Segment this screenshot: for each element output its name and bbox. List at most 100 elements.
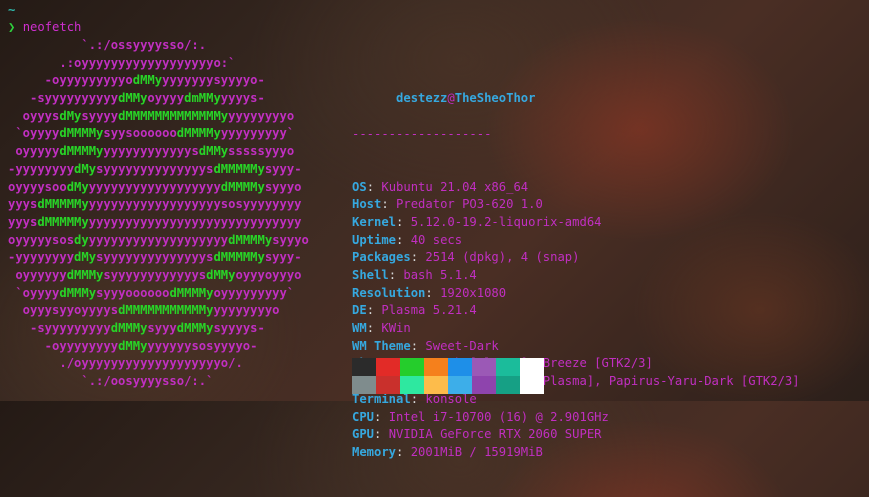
color-swatch xyxy=(376,358,400,376)
logo-segment: dMMy xyxy=(132,73,163,88)
logo-line: yyysdMMMMMyyyyyyyyyyyyyyyyyyysosyyyyyyyy xyxy=(8,196,309,214)
logo-segment: yyyyyyyyyyyyyyyyyyyyyyyyyyyyy xyxy=(88,214,302,229)
logo-line: `oyyyydMMMysyyyoooooodMMMMyoyyyyyyyyy` xyxy=(8,285,309,303)
info-colon: : xyxy=(366,179,382,194)
logo-segment: yyyyyyyyyyyyyyyyyysosyyyyyyyy xyxy=(88,197,302,212)
logo-segment: sssssyyyo xyxy=(228,144,295,159)
logo-segment: `oyyyy xyxy=(8,285,60,300)
logo-segment: oyyyyy xyxy=(8,144,60,159)
logo-segment: dMMMMy xyxy=(59,126,104,141)
logo-segment: syyy- xyxy=(264,250,302,265)
logo-segment: yyys xyxy=(8,214,38,229)
logo-segment: dMMMMy xyxy=(169,285,214,300)
logo-segment: dMMy xyxy=(198,144,229,159)
logo-line: -yyyyyyyydMysyyyyyyyyyyyyyysdMMMMMysyyy- xyxy=(8,161,309,179)
info-row: Resolution: 1920x1080 xyxy=(352,285,800,303)
info-colon: : xyxy=(374,427,389,442)
terminal-window[interactable]: ~ ❯ neofetch `.:/ossyyyysso/:. .:oyyyyyy… xyxy=(4,0,865,459)
logo-segment: -oyyyyyyyy xyxy=(8,338,119,353)
logo-line: `oyyyydMMMMysyysoooooodMMMMyyyyyyyyyy` xyxy=(8,125,309,143)
info-colon: : xyxy=(388,268,404,283)
logo-segment: syyyys- xyxy=(213,321,265,335)
info-key: OS xyxy=(352,179,367,194)
info-colon: : xyxy=(366,321,382,336)
info-value: 5.12.0-19.2-liquorix-amd64 xyxy=(410,214,602,229)
system-info-panel: destezz@TheSheoThor ------------------- … xyxy=(352,37,800,497)
logo-segment: -yyyyyyyy xyxy=(8,250,75,265)
color-swatch xyxy=(520,376,544,394)
logo-line: ./oyyyyyyyyyyyyyyyyyyyo/. xyxy=(8,355,309,373)
logo-segment: dMMMy xyxy=(66,267,104,282)
logo-segment: dMMMMMy xyxy=(213,250,265,265)
logo-segment: dMy xyxy=(66,179,89,194)
info-row: Memory: 2001MiB / 15919MiB xyxy=(352,444,800,462)
logo-line: -yyyyyyyydMysyyyyyyyyyyyyyysdMMMMMysyyy- xyxy=(8,249,309,267)
info-key: Resolution xyxy=(352,285,426,300)
logo-line: oyyyyydMMMMyyyyyyyyyyyyysdMMysssssyyyo xyxy=(8,143,309,161)
info-separator: ------------------- xyxy=(352,126,492,141)
logo-segment: syyyo xyxy=(264,179,302,194)
logo-segment: dMy xyxy=(74,250,97,265)
info-row: Shell: bash 5.1.4 xyxy=(352,267,800,285)
info-key: Memory xyxy=(352,444,397,459)
info-key: Shell xyxy=(352,268,389,283)
color-swatch xyxy=(400,376,424,394)
info-value: KWin xyxy=(381,321,411,336)
info-value: Kubuntu 21.04 x86_64 xyxy=(381,179,529,194)
logo-segment: dMMMMMy xyxy=(213,161,265,176)
palette-row-bright xyxy=(352,376,544,394)
info-colon: : xyxy=(366,303,382,318)
logo-segment: dMMy xyxy=(118,91,148,106)
info-key: CPU xyxy=(352,409,375,424)
logo-segment: yyyyyyyyyyyyyyyyyyy xyxy=(88,232,229,247)
info-row: Host: Predator PO3-620 1.0 xyxy=(352,196,800,214)
info-value: Plasma 5.21.4 xyxy=(381,303,477,318)
at-sign: @ xyxy=(447,91,455,106)
logo-segment: yyyyyyyyyyyyyyyyyy xyxy=(88,179,221,194)
info-row: WM Theme: Sweet-Dark xyxy=(352,338,800,356)
info-value: 1920x1080 xyxy=(440,285,507,300)
info-row: OS: Kubuntu 21.04 x86_64 xyxy=(352,179,800,197)
info-colon: : xyxy=(374,409,389,424)
logo-line: -syyyyyyyyydMMMysyyydMMMysyyyys- xyxy=(8,320,309,338)
info-row: Kernel: 5.12.0-19.2-liquorix-amd64 xyxy=(352,214,800,232)
logo-segment: syyyyyyyyyyyys xyxy=(103,267,207,282)
info-value: 40 secs xyxy=(410,232,463,247)
logo-line: oyyyyyydMMMysyyyyyyyyyyyysdMMyoyyyoyyyo xyxy=(8,267,309,285)
logo-segment: yyys xyxy=(8,197,38,212)
logo-segment: yyyyyyyyyyyys xyxy=(103,144,199,159)
logo-segment: syyy- xyxy=(264,161,302,176)
logo-segment: syyyo xyxy=(272,232,309,247)
logo-segment: dMMMMMMMMMMMMMy xyxy=(118,108,229,123)
logo-line: oyyyyysosdyyyyyyyyyyyyyyyyyyyydMMMMysyyy… xyxy=(8,232,309,250)
logo-segment: syyyyyyyyyyyyyys xyxy=(96,250,214,265)
info-value: bash 5.1.4 xyxy=(403,268,477,283)
color-swatch xyxy=(424,376,448,394)
logo-segment: dMy xyxy=(74,161,97,176)
color-swatch xyxy=(472,376,496,394)
info-row: Uptime: 40 secs xyxy=(352,232,800,250)
command-text: neofetch xyxy=(22,20,82,34)
color-swatch xyxy=(448,358,472,376)
info-row: WM: KWin xyxy=(352,320,800,338)
logo-segment: -syyyyyyyyy xyxy=(8,321,111,335)
logo-segment: dMMMy xyxy=(176,321,214,335)
logo-segment: -syyyyyyyyyy xyxy=(8,91,119,106)
logo-line: oyyyysoodMyyyyyyyyyyyyyyyyyyydMMMMysyyyo xyxy=(8,179,309,197)
info-key: WM xyxy=(352,321,367,336)
logo-segment: dMMMMMy xyxy=(37,197,89,212)
logo-segment: oyyyy xyxy=(147,91,185,106)
logo-segment: oyyys xyxy=(8,108,60,123)
info-row: CPU: Intel i7-10700 (16) @ 2.901GHz xyxy=(352,409,800,427)
logo-segment: dMy xyxy=(59,108,82,123)
logo-segment: yyyyyyyyo xyxy=(213,303,280,318)
logo-segment: oyyyyyyyyy` xyxy=(213,285,295,300)
info-colon: : xyxy=(396,214,411,229)
logo-line: `.:/ossyyyysso/:. xyxy=(8,37,309,55)
logo-line: -syyyyyyyyyydMMyoyyyydmMMyyyyys- xyxy=(8,90,309,108)
logo-line: -oyyyyyyyydMMyyyyyyysosyyyyo- xyxy=(8,338,309,356)
color-palette xyxy=(352,358,544,394)
logo-segment: dMMMMy xyxy=(59,144,104,159)
logo-segment: dmMMy xyxy=(184,91,221,106)
logo-segment: -yyyyyyyy xyxy=(8,161,75,176)
